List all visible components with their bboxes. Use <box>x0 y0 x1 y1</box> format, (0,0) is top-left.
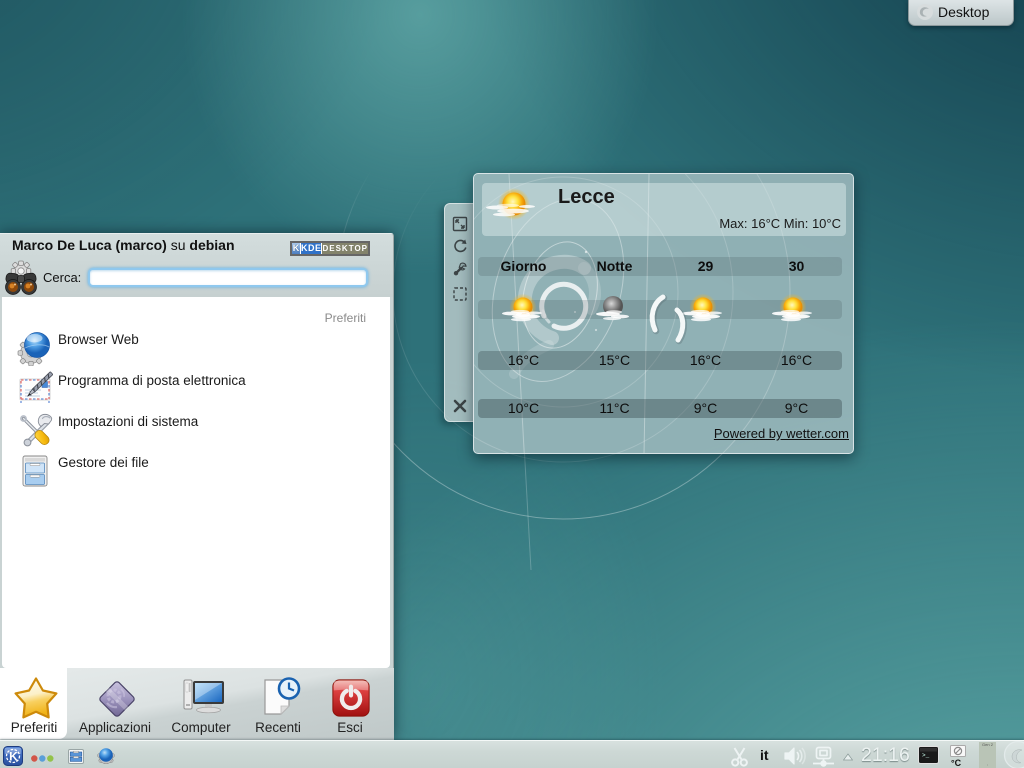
svg-text:>_: >_ <box>922 752 930 759</box>
svg-text:K: K <box>9 750 18 764</box>
svg-text:°C: °C <box>951 758 962 767</box>
